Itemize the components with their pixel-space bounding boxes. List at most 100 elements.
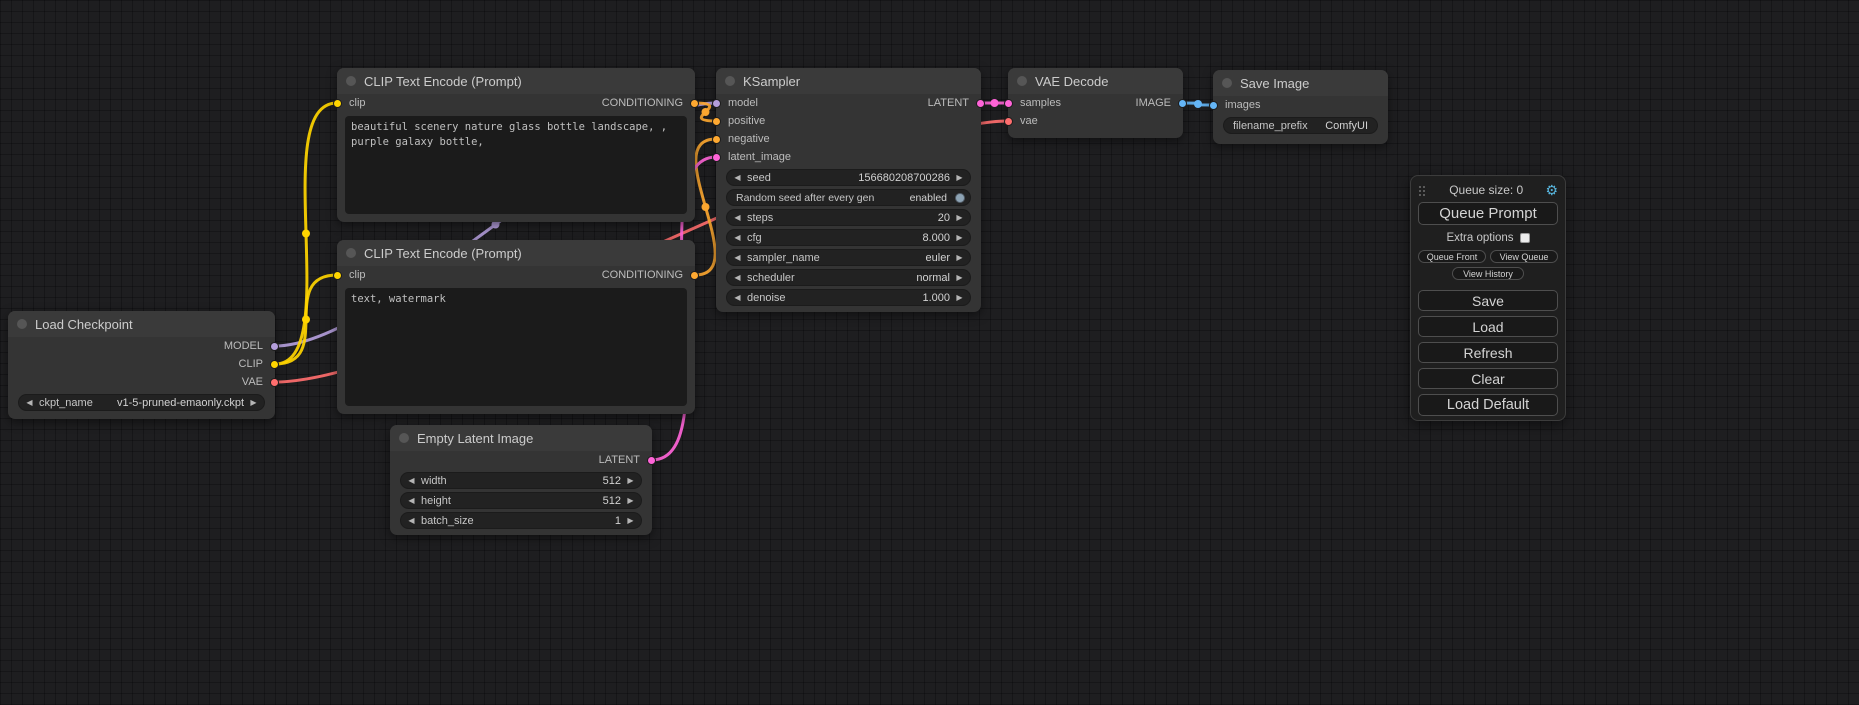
input-dot-vae[interactable]: [1004, 117, 1013, 126]
decrement-arrow-icon[interactable]: ◀: [406, 476, 417, 485]
output-dot-model[interactable]: [270, 342, 279, 351]
widget-random-seed-toggle[interactable]: Random seed after every gen enabled: [726, 189, 971, 206]
save-button[interactable]: Save: [1418, 290, 1558, 311]
node-clip-text-encode-negative[interactable]: CLIP Text Encode (Prompt) clip CONDITION…: [337, 240, 695, 414]
input-dot-images[interactable]: [1209, 101, 1218, 110]
node-title-bar[interactable]: Load Checkpoint: [8, 311, 275, 337]
prompt-text-input[interactable]: beautiful scenery nature glass bottle la…: [345, 116, 687, 214]
node-title: CLIP Text Encode (Prompt): [364, 74, 522, 89]
graph-canvas[interactable]: Load Checkpoint MODEL CLIP VAE ◀ ckpt_na…: [0, 0, 1859, 705]
view-history-button[interactable]: View History: [1452, 267, 1524, 280]
increment-arrow-icon[interactable]: ▶: [625, 476, 636, 485]
queue-prompt-button[interactable]: Queue Prompt: [1418, 202, 1558, 225]
toggle-dot-icon[interactable]: [955, 193, 965, 203]
widget-height[interactable]: ◀ height 512 ▶: [400, 492, 642, 509]
slot-row-samples-image: samples IMAGE: [1008, 94, 1183, 112]
widget-batch-size[interactable]: ◀ batch_size 1 ▶: [400, 512, 642, 529]
clear-button[interactable]: Clear: [1418, 368, 1558, 389]
queue-front-button[interactable]: Queue Front: [1418, 250, 1486, 263]
decrement-arrow-icon[interactable]: ◀: [732, 233, 743, 242]
prev-arrow-icon[interactable]: ◀: [732, 273, 743, 282]
decrement-arrow-icon[interactable]: ◀: [732, 213, 743, 222]
increment-arrow-icon[interactable]: ▶: [625, 496, 636, 505]
widget-cfg[interactable]: ◀ cfg 8.000 ▶: [726, 229, 971, 246]
load-default-button[interactable]: Load Default: [1418, 394, 1558, 416]
node-title: VAE Decode: [1035, 74, 1108, 89]
input-slot-positive: positive: [716, 112, 981, 130]
collapse-dot[interactable]: [17, 319, 27, 329]
node-title-bar[interactable]: CLIP Text Encode (Prompt): [337, 240, 695, 266]
collapse-dot[interactable]: [1222, 78, 1232, 88]
link-midpoint-dot: [302, 316, 310, 324]
decrement-arrow-icon[interactable]: ◀: [406, 516, 417, 525]
node-ksampler[interactable]: KSampler model LATENT positive negative …: [716, 68, 981, 312]
widget-ckpt-name[interactable]: ◀ ckpt_name v1-5-pruned-emaonly.ckpt ▶: [18, 394, 265, 411]
prev-arrow-icon[interactable]: ◀: [732, 253, 743, 262]
slot-label-vae: vae: [1020, 115, 1038, 127]
widget-scheduler[interactable]: ◀ scheduler normal ▶: [726, 269, 971, 286]
decrement-arrow-icon[interactable]: ◀: [732, 293, 743, 302]
load-button[interactable]: Load: [1418, 316, 1558, 337]
drag-handle-icon[interactable]: [1418, 184, 1427, 197]
input-dot-clip[interactable]: [333, 99, 342, 108]
node-save-image[interactable]: Save Image images filename_prefix ComfyU…: [1213, 70, 1388, 144]
node-clip-text-encode-positive[interactable]: CLIP Text Encode (Prompt) clip CONDITION…: [337, 68, 695, 222]
widget-seed[interactable]: ◀ seed 156680208700286 ▶: [726, 169, 971, 186]
node-empty-latent-image[interactable]: Empty Latent Image LATENT ◀ width 512 ▶ …: [390, 425, 652, 535]
output-dot-conditioning[interactable]: [690, 99, 699, 108]
next-arrow-icon[interactable]: ▶: [954, 253, 965, 262]
increment-arrow-icon[interactable]: ▶: [625, 516, 636, 525]
node-title-bar[interactable]: KSampler: [716, 68, 981, 94]
increment-arrow-icon[interactable]: ▶: [954, 233, 965, 242]
collapse-dot[interactable]: [725, 76, 735, 86]
extra-options-row: Extra options: [1418, 232, 1558, 244]
next-arrow-icon[interactable]: ▶: [248, 398, 259, 407]
node-load-checkpoint[interactable]: Load Checkpoint MODEL CLIP VAE ◀ ckpt_na…: [8, 311, 275, 419]
output-dot-image[interactable]: [1178, 99, 1187, 108]
queue-size-label: Queue size: 0: [1427, 183, 1545, 197]
input-slot-vae: vae: [1008, 112, 1183, 130]
input-dot-latent-image[interactable]: [712, 153, 721, 162]
output-dot-clip[interactable]: [270, 360, 279, 369]
widget-sampler-name[interactable]: ◀ sampler_name euler ▶: [726, 249, 971, 266]
input-dot-positive[interactable]: [712, 117, 721, 126]
output-dot-conditioning[interactable]: [690, 271, 699, 280]
node-title-bar[interactable]: CLIP Text Encode (Prompt): [337, 68, 695, 94]
node-title-bar[interactable]: Save Image: [1213, 70, 1388, 96]
next-arrow-icon[interactable]: ▶: [954, 273, 965, 282]
node-vae-decode[interactable]: VAE Decode samples IMAGE vae: [1008, 68, 1183, 138]
increment-arrow-icon[interactable]: ▶: [954, 293, 965, 302]
widget-filename-prefix[interactable]: filename_prefix ComfyUI: [1223, 117, 1378, 134]
widget-steps[interactable]: ◀ steps 20 ▶: [726, 209, 971, 226]
settings-gear-icon[interactable]: ⚙: [1545, 182, 1558, 199]
input-dot-model[interactable]: [712, 99, 721, 108]
prompt-text-input[interactable]: text, watermark: [345, 288, 687, 406]
increment-arrow-icon[interactable]: ▶: [954, 213, 965, 222]
decrement-arrow-icon[interactable]: ◀: [406, 496, 417, 505]
widget-denoise[interactable]: ◀ denoise 1.000 ▶: [726, 289, 971, 306]
output-dot-latent[interactable]: [647, 456, 656, 465]
output-dot-latent[interactable]: [976, 99, 985, 108]
collapse-dot[interactable]: [346, 76, 356, 86]
view-queue-button[interactable]: View Queue: [1490, 250, 1558, 263]
widget-width[interactable]: ◀ width 512 ▶: [400, 472, 642, 489]
collapse-dot[interactable]: [1017, 76, 1027, 86]
extra-options-checkbox[interactable]: [1520, 233, 1530, 243]
input-dot-clip[interactable]: [333, 271, 342, 280]
widget-label: steps: [747, 212, 773, 224]
decrement-arrow-icon[interactable]: ◀: [732, 173, 743, 182]
input-dot-negative[interactable]: [712, 135, 721, 144]
increment-arrow-icon[interactable]: ▶: [954, 173, 965, 182]
node-title: CLIP Text Encode (Prompt): [364, 246, 522, 261]
collapse-dot[interactable]: [346, 248, 356, 258]
node-title-bar[interactable]: VAE Decode: [1008, 68, 1183, 94]
widget-value: ComfyUI: [1321, 120, 1372, 132]
prev-arrow-icon[interactable]: ◀: [24, 398, 35, 407]
slot-label-positive: positive: [728, 115, 765, 127]
input-slot-negative: negative: [716, 130, 981, 148]
node-title-bar[interactable]: Empty Latent Image: [390, 425, 652, 451]
refresh-button[interactable]: Refresh: [1418, 342, 1558, 363]
collapse-dot[interactable]: [399, 433, 409, 443]
input-dot-samples[interactable]: [1004, 99, 1013, 108]
output-dot-vae[interactable]: [270, 378, 279, 387]
